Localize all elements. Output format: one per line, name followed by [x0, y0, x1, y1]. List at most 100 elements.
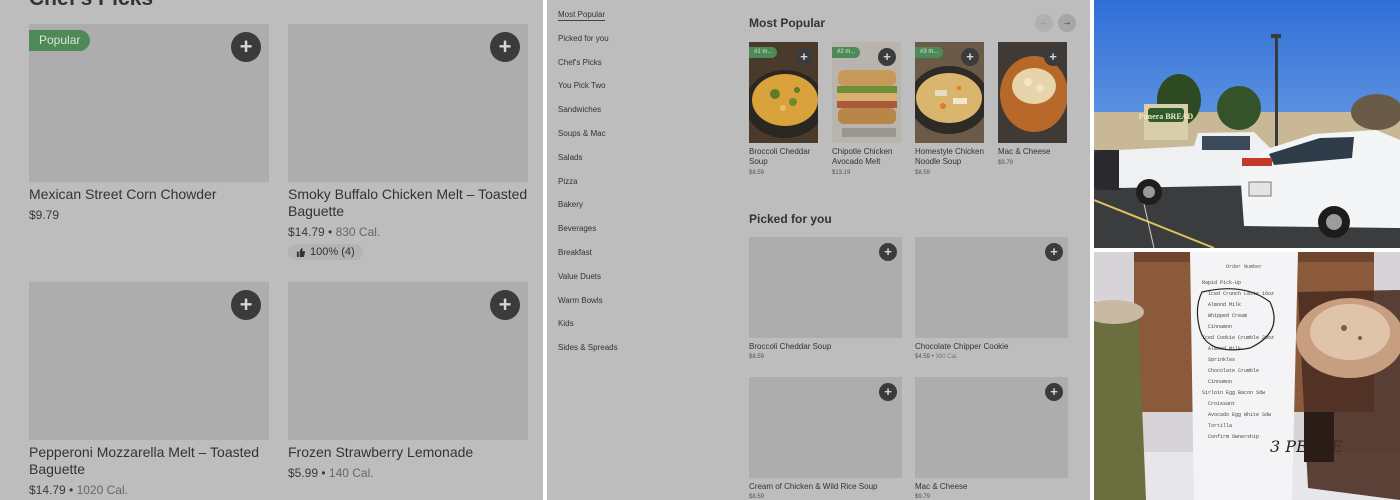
price-value: $4.59 — [915, 354, 931, 360]
item-name: Chipotle Chicken Avocado Melt — [832, 147, 893, 166]
nav-item-breakfast[interactable]: Breakfast — [558, 247, 718, 271]
add-button[interactable]: + — [231, 32, 261, 62]
calories: 830 Cal. — [335, 225, 381, 239]
price-value: $9.79 — [29, 208, 60, 222]
menu-card[interactable]: + Frozen Strawberry Lemonade $5.99 • 140… — [288, 282, 528, 480]
add-button[interactable]: + — [490, 290, 520, 320]
arrow-right-icon[interactable]: → — [1058, 14, 1076, 32]
parking-lot-image: Panera BREAD — [1094, 0, 1400, 248]
add-button[interactable]: + — [878, 48, 896, 66]
receipt-photo: Order Number Rapid Pick-Up Iced Crunch La… — [1094, 252, 1400, 500]
nav-item-value-duets[interactable]: Value Duets — [558, 271, 718, 295]
add-button[interactable]: + — [1045, 383, 1063, 401]
item-image[interactable]: + — [288, 282, 528, 440]
picked-item[interactable]: + Mac & Cheese $9.79 — [915, 377, 1068, 500]
receipt-line: Cinnamon — [1208, 324, 1232, 330]
receipt-line: Chocolate Crumble — [1208, 368, 1259, 374]
item-image[interactable]: + — [749, 237, 902, 338]
receipt-line: Croissant — [1208, 401, 1235, 407]
item-name: Broccoli Cheddar Soup — [749, 147, 811, 166]
item-image[interactable]: Popular + — [29, 24, 269, 182]
item-image[interactable]: + — [288, 24, 528, 182]
item-image[interactable]: #1 m... + — [749, 42, 818, 143]
item-image[interactable]: + — [998, 42, 1067, 143]
menu-card[interactable]: + Pepperoni Mozzarella Melt – Toasted Ba… — [29, 282, 269, 497]
section-title: Chef's Picks — [29, 0, 153, 11]
item-price: $9.79 — [29, 208, 269, 222]
item-name: Mac & Cheese — [998, 147, 1051, 156]
picked-item[interactable]: + Chocolate Chipper Cookie $4.59 • 390 C… — [915, 237, 1068, 360]
picked-item[interactable]: + Cream of Chicken & Wild Rice Soup $8.5… — [749, 377, 902, 500]
item-image[interactable]: + — [749, 377, 902, 478]
item-price: $5.99 • 140 Cal. — [288, 466, 374, 480]
add-button[interactable]: + — [1045, 243, 1063, 261]
most-popular-heading: Most Popular — [749, 16, 826, 30]
calories: 1020 Cal. — [76, 483, 128, 497]
calories: 140 Cal. — [328, 466, 374, 480]
nav-item-sandwiches[interactable]: Sandwiches — [558, 104, 718, 128]
menu-card[interactable]: + Smoky Buffalo Chicken Melt – Toasted B… — [288, 24, 528, 262]
nav-item-most-popular[interactable]: Most Popular — [558, 9, 718, 33]
receipt-line: Iced Crunch Latte 16oz — [1208, 291, 1274, 297]
nav-item-chefs-picks[interactable]: Chef's Picks — [558, 57, 718, 81]
nav-item-warm-bowls[interactable]: Warm Bowls — [558, 295, 718, 319]
nav-item-soups-mac[interactable]: Soups & Mac — [558, 128, 718, 152]
receipt-line: Sirloin Egg Bacon Sdw — [1202, 390, 1265, 396]
nav-item-you-pick-two[interactable]: You Pick Two — [558, 80, 718, 104]
nav-item-salads[interactable]: Salads — [558, 152, 718, 176]
add-button[interactable]: + — [879, 243, 897, 261]
item-price: $8.59 — [749, 170, 765, 176]
price-value: $14.79 — [288, 225, 325, 239]
receipt-line: Avocado Egg White Sdw — [1208, 412, 1271, 418]
add-button[interactable]: + — [961, 48, 979, 66]
nav-item-kids[interactable]: Kids — [558, 318, 718, 342]
item-price: $14.79 • 830 Cal. — [288, 225, 381, 239]
item-name: Frozen Strawberry Lemonade — [288, 444, 474, 460]
menu-card[interactable]: Popular + Mexican Street Corn Chowder $9… — [29, 24, 269, 222]
storefront-photo: Panera BREAD — [1094, 0, 1400, 248]
receipt-line: Cinnamon — [1208, 379, 1232, 385]
menu-panel: Most Popular Picked for you Chef's Picks… — [547, 0, 1090, 500]
receipt-line: Sprinkles — [1208, 357, 1235, 363]
item-price: $14.79 • 1020 Cal. — [29, 483, 128, 497]
panera-sign: Panera BREAD — [1139, 112, 1194, 121]
price-value: $14.79 — [29, 483, 66, 497]
popular-item[interactable]: #2 m... + Chipotle Chicken Avocado Melt … — [832, 42, 901, 176]
add-button[interactable]: + — [231, 290, 261, 320]
item-name: Cream of Chicken & Wild Rice Soup — [749, 482, 878, 491]
rating-value: 100% (4) — [310, 246, 355, 258]
calories: 390 Cal. — [935, 354, 958, 360]
item-image[interactable]: + — [915, 237, 1068, 338]
nav-item-pizza[interactable]: Pizza — [558, 176, 718, 200]
receipt-line: Confirm Ownership — [1208, 434, 1259, 440]
item-image[interactable]: #3 m... + — [915, 42, 984, 143]
receipt-line: Tortilla — [1208, 423, 1232, 429]
add-button[interactable]: + — [490, 32, 520, 62]
picked-for-you-heading: Picked for you — [749, 212, 832, 226]
drinks-receipt-image: Order Number Rapid Pick-Up Iced Crunch La… — [1094, 252, 1400, 500]
receipt-header: Order Number — [1226, 264, 1262, 270]
receipt-line: Whipped Cream — [1208, 313, 1247, 319]
item-price: $8.59 — [749, 494, 765, 500]
arrow-left-icon[interactable]: ← — [1035, 14, 1053, 32]
item-image[interactable]: #2 m... + — [832, 42, 901, 143]
price-value: $5.99 — [288, 466, 319, 480]
popular-item[interactable]: + Mac & Cheese $9.79 — [998, 42, 1067, 166]
add-button[interactable]: + — [1044, 48, 1062, 66]
picked-item[interactable]: + Broccoli Cheddar Soup $8.59 — [749, 237, 902, 360]
item-name: Mac & Cheese — [915, 482, 968, 491]
item-price: $13.19 — [832, 170, 851, 176]
add-button[interactable]: + — [879, 383, 897, 401]
nav-item-sides-spreads[interactable]: Sides & Spreads — [558, 342, 718, 366]
popular-item[interactable]: #3 m... + Homestyle Chicken Noodle Soup … — [915, 42, 984, 176]
rank-badge: #1 m... — [749, 47, 778, 58]
nav-item-bakery[interactable]: Bakery — [558, 199, 718, 223]
add-button[interactable]: + — [795, 48, 813, 66]
carousel-controls: ← → — [1035, 14, 1076, 32]
item-image[interactable]: + — [915, 377, 1068, 478]
item-image[interactable]: + — [29, 282, 269, 440]
nav-item-picked-for-you[interactable]: Picked for you — [558, 33, 718, 57]
popular-item[interactable]: #1 m... + Broccoli Cheddar Soup $8.59 — [749, 42, 818, 176]
item-price: $8.59 — [749, 354, 765, 360]
nav-item-beverages[interactable]: Beverages — [558, 223, 718, 247]
